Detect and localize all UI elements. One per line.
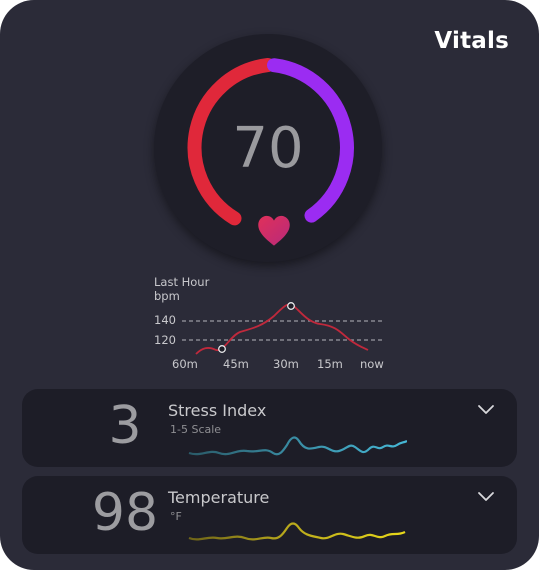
heart-icon — [258, 215, 290, 246]
temperature-label: Temperature — [168, 488, 270, 507]
stress-label: Stress Index — [168, 401, 267, 420]
x-label-60m: 60m — [172, 357, 198, 371]
x-label-now: now — [360, 357, 384, 371]
temperature-card[interactable]: 98 Temperature °F — [22, 476, 517, 554]
chevron-down-icon[interactable] — [477, 403, 495, 415]
temperature-value: 98 — [91, 483, 159, 543]
temperature-sparkline — [188, 522, 406, 541]
x-label-15m: 15m — [317, 357, 343, 371]
stress-value: 3 — [108, 396, 142, 456]
stress-sparkline — [188, 436, 407, 456]
chevron-down-icon[interactable] — [477, 490, 495, 502]
ref-label-140: 140 — [154, 313, 176, 327]
heart-rate-value: 70 — [232, 116, 304, 181]
stress-index-card[interactable]: 3 Stress Index 1-5 Scale — [22, 389, 517, 467]
heart-rate-gauge: 70 — [154, 34, 386, 266]
vitals-card: Vitals 70 Last Hour bpm 140 120 60m 45m … — [0, 0, 539, 570]
chart-point-min[interactable] — [218, 345, 226, 353]
chart-caption-title: Last Hour — [154, 275, 210, 289]
ref-label-120: 120 — [154, 333, 176, 347]
last-hour-chart: Last Hour bpm 140 120 60m 45m 30m 15m no… — [154, 275, 385, 371]
chart-caption-unit: bpm — [154, 289, 180, 303]
page-title: Vitals — [434, 28, 509, 54]
x-label-45m: 45m — [223, 357, 249, 371]
temperature-unit-label: °F — [170, 510, 182, 523]
x-label-30m: 30m — [273, 357, 299, 371]
chart-point-max[interactable] — [287, 302, 295, 310]
